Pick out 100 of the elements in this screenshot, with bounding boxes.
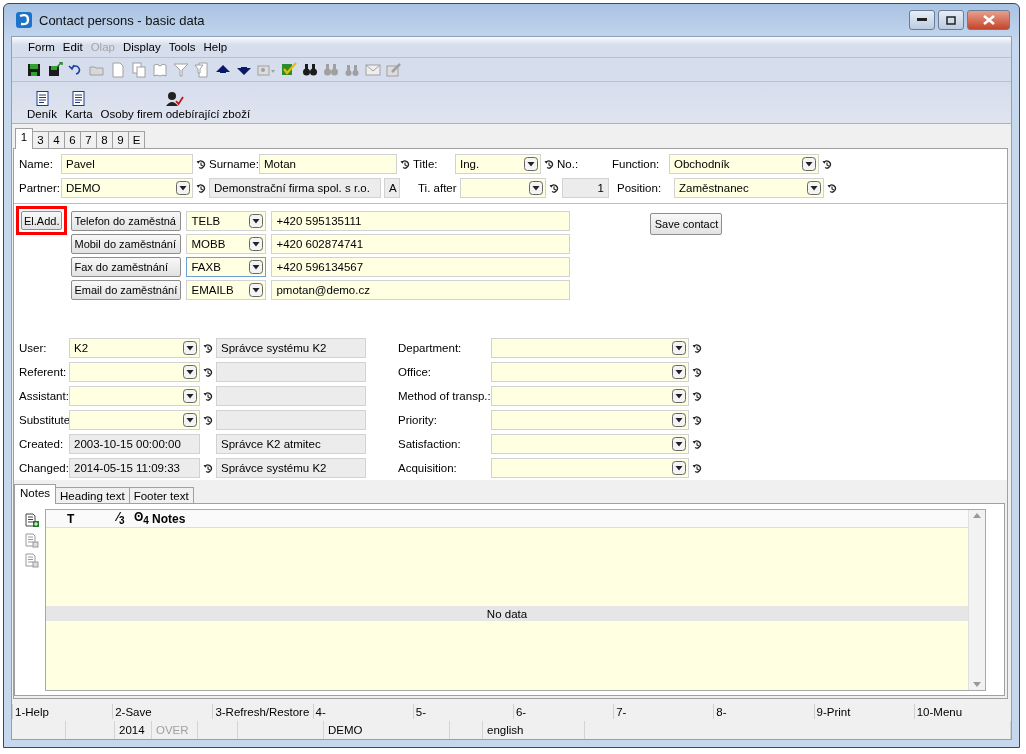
readonly-field: Správce K2 atmitec [216,434,366,454]
history-icon[interactable] [544,158,554,170]
combo-box[interactable]: DEMO [61,178,193,198]
history-icon[interactable] [692,390,702,402]
readonly-field: Demonstrační firma spol. s r.o. [209,178,381,198]
field-label: Referent: [19,366,68,378]
readonly-field: A [384,178,400,198]
field-label: Surname: [209,158,259,170]
column-header[interactable]: Notes [152,511,352,526]
column-header[interactable]: ⁄$_{3}$ [117,510,134,527]
contact-type-button[interactable]: Email do zaměstnání [71,280,182,300]
add-button[interactable]: El.Add. [21,211,63,230]
contact-type-button[interactable]: Telefon do zaměstná [71,211,182,231]
close-icon [982,15,995,25]
function-key[interactable]: 8- [713,704,814,719]
field-label: Changed: [19,462,69,474]
save-contact-button[interactable]: Save contact [650,213,723,235]
field-label: Name: [19,158,54,170]
history-icon[interactable] [692,366,702,378]
history-icon[interactable] [203,462,213,474]
history-icon[interactable] [203,414,213,426]
history-icon[interactable] [692,438,702,450]
field-label: User: [19,342,48,354]
history-icon[interactable] [692,462,702,474]
combo-box[interactable]: FAXB [186,257,267,277]
scroll-down-arrow[interactable] [973,682,981,687]
readonly-field: 1 [562,178,609,198]
input-field[interactable]: +420 596134567 [271,257,571,277]
menu-item[interactable]: Help [199,41,232,53]
field-label: Created: [19,438,65,450]
tab[interactable]: Footer text [128,487,194,504]
function-key[interactable]: 1-Help [12,704,113,719]
function-key[interactable]: 6- [512,704,614,719]
maximize-button[interactable] [938,10,964,30]
function-key[interactable]: 5- [412,704,513,719]
history-icon[interactable] [203,366,213,378]
input-field[interactable]: Pavel [61,154,193,174]
status-text: english [487,724,524,736]
history-icon[interactable] [822,158,832,170]
history-icon[interactable] [196,158,206,170]
combo-box[interactable]: K2 [69,338,200,358]
menu-item[interactable]: Form [24,41,59,53]
combo-box[interactable]: Zaměstnanec [674,178,824,198]
function-key[interactable]: 2-Save [112,704,213,719]
input-field[interactable]: pmotan@demo.cz [271,280,571,300]
column-header[interactable]: ʘ$_{4}$ [134,510,152,527]
function-key[interactable]: 3-Refresh/Restore [212,704,313,719]
minimize-button[interactable] [909,10,935,30]
menu-item[interactable]: Edit [58,41,87,53]
person-check-icon[interactable] [166,91,185,106]
combo-box[interactable]: Obchodník [669,154,819,174]
maximize-icon [946,15,956,25]
scroll-up-arrow[interactable] [973,513,981,518]
contact-type-button[interactable]: Fax do zaměstnání [71,257,182,277]
history-icon[interactable] [203,342,213,354]
action-label[interactable]: Karta [65,108,93,120]
field-label: Partner: [19,182,61,194]
input-field[interactable]: Motan [259,154,397,174]
menu-item[interactable]: Display [118,41,165,53]
field-label: Priority: [398,414,438,426]
input-field[interactable]: +420 595135111 [271,211,571,231]
action-label[interactable]: Deník [27,108,58,120]
history-icon[interactable] [692,342,702,354]
history-icon[interactable] [400,158,410,170]
contact-type-button[interactable]: Mobil do zaměstnání [71,234,182,254]
checkmark-sheet-icon[interactable] [281,61,297,78]
app-icon [15,11,33,29]
close-button[interactable] [967,10,1010,30]
combo-box[interactable] [460,178,546,198]
menu-item[interactable]: Tools [164,41,200,53]
document-add-icon[interactable] [25,513,39,528]
history-icon[interactable] [196,182,206,194]
combo-box[interactable]: MOBB [186,234,267,254]
tab[interactable]: E [128,131,145,149]
tab[interactable]: Notes [14,484,57,504]
combo-box[interactable]: TELB [186,211,267,231]
field-label: No.: [557,158,580,170]
tab[interactable]: Heading text [55,487,130,504]
function-key[interactable]: 7- [613,704,714,719]
save-as-icon[interactable] [47,61,63,78]
action-label[interactable]: Osoby firem odebírající zboží [100,108,251,120]
combo-box[interactable]: Ing. [455,154,541,174]
document-icon[interactable] [72,91,86,106]
scrollbar[interactable] [968,510,985,690]
function-key[interactable]: 4- [312,704,413,719]
input-field[interactable]: +420 602874741 [271,234,571,254]
function-key[interactable]: 10-Menu [913,704,1014,719]
function-key[interactable]: 9-Print [813,704,914,719]
save-icon[interactable] [26,61,42,78]
document-icon[interactable] [35,91,49,106]
combo-box[interactable]: EMAILB [186,280,267,300]
binoculars-icon[interactable] [302,61,318,78]
history-icon[interactable] [549,182,559,194]
tab[interactable]: 1 [15,128,33,149]
history-icon[interactable] [827,182,837,194]
window-title: Contact persons - basic data [39,12,206,28]
field-label: Method of transp.: [398,390,491,402]
history-icon[interactable] [203,390,213,402]
field-label: Ti. after [418,182,458,194]
history-icon[interactable] [692,414,702,426]
